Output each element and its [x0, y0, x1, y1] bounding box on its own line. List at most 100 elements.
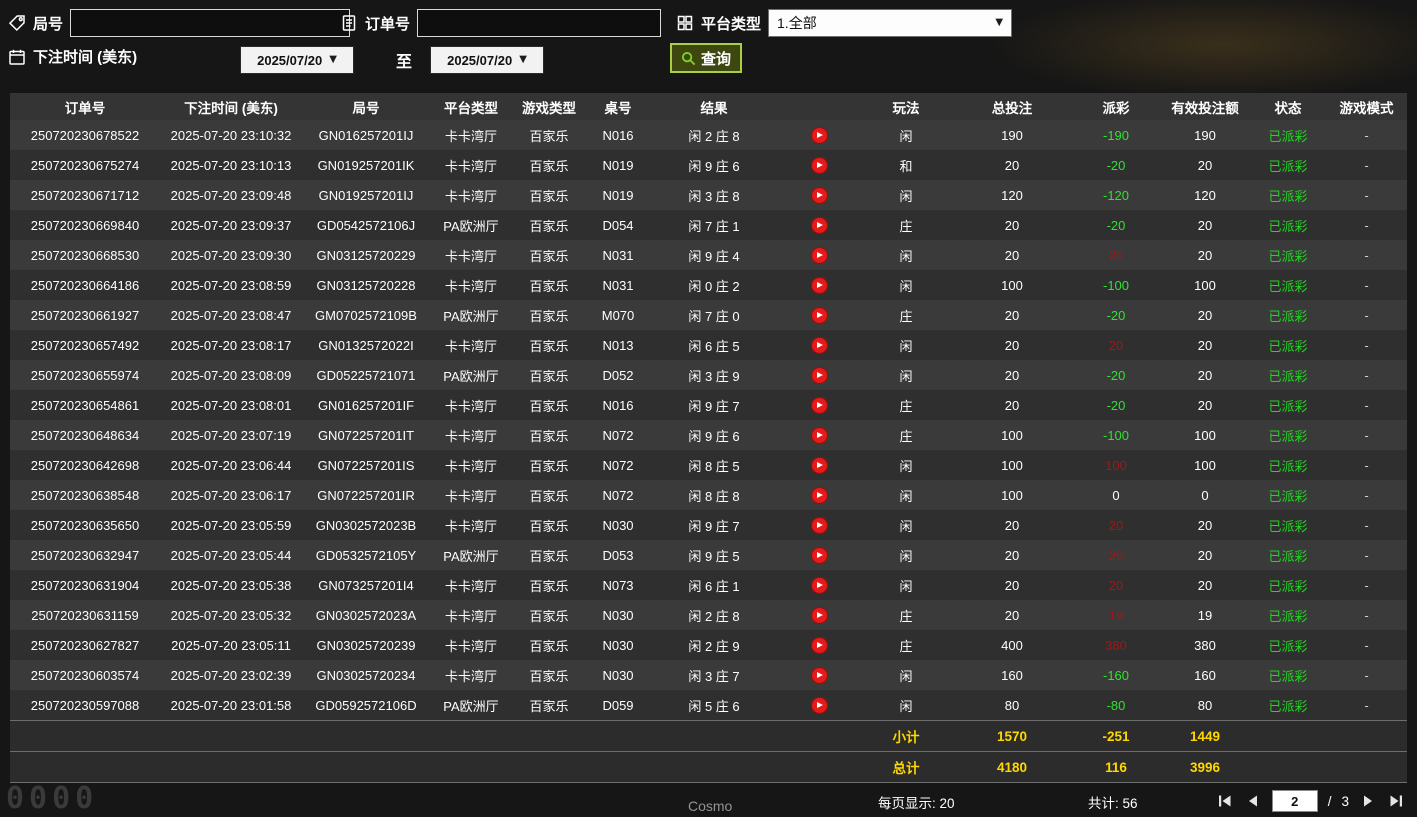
play-icon [817, 342, 823, 349]
first-page-button[interactable] [1216, 792, 1234, 810]
platform-label: 平台类型 [701, 15, 762, 33]
round-input[interactable] [70, 9, 351, 37]
replay-video-button[interactable] [810, 396, 828, 414]
cell-game-mode: - [1326, 450, 1407, 480]
first-page-icon [1218, 795, 1231, 807]
cell-platform: 卡卡湾厅 [430, 330, 512, 360]
prev-page-button[interactable] [1244, 792, 1262, 810]
cell-order-id: 250720230648634 [10, 420, 160, 450]
cell-status: 已派彩 [1250, 450, 1326, 480]
platform-selected-value: 1.全部 [777, 15, 817, 31]
replay-video-button[interactable] [810, 306, 828, 324]
cell-valid-bet: 20 [1160, 150, 1250, 180]
replay-video-button[interactable] [810, 126, 828, 144]
replay-video-button[interactable] [810, 426, 828, 444]
table-row: 250720230657492 2025-07-20 23:08:17 GN01… [10, 330, 1407, 360]
replay-video-button[interactable] [810, 336, 828, 354]
cell-platform: PA欧洲厅 [430, 360, 512, 390]
cell-status: 已派彩 [1250, 240, 1326, 270]
table-row: 250720230627827 2025-07-20 23:05:11 GN03… [10, 630, 1407, 660]
cell-round-id: GN03125720229 [302, 240, 430, 270]
table-row: 250720230638548 2025-07-20 23:06:17 GN07… [10, 480, 1407, 510]
cell-table-no: N030 [586, 630, 650, 660]
cell-game-type: 百家乐 [512, 210, 586, 240]
cell-game-type: 百家乐 [512, 390, 586, 420]
replay-video-button[interactable] [810, 276, 828, 294]
cell-replay [778, 690, 860, 721]
cell-total-bet: 100 [952, 450, 1072, 480]
replay-video-button[interactable] [810, 666, 828, 684]
cell-round-id: GN0132572022I [302, 330, 430, 360]
cell-total-bet: 20 [952, 390, 1072, 420]
cell-valid-bet: 20 [1160, 510, 1250, 540]
cell-total-bet: 20 [952, 300, 1072, 330]
cell-payout: 20 [1072, 540, 1160, 570]
cell-payout: -100 [1072, 270, 1160, 300]
cell-game-mode: - [1326, 600, 1407, 630]
search-button[interactable]: 查询 [670, 43, 743, 73]
replay-video-button[interactable] [810, 636, 828, 654]
cell-round-id: GN0302572023A [302, 600, 430, 630]
cell-play: 庄 [860, 300, 952, 330]
table-row: 250720230671712 2025-07-20 23:09:48 GN01… [10, 180, 1407, 210]
cell-payout: -160 [1072, 660, 1160, 690]
table-row: 250720230675274 2025-07-20 23:10:13 GN01… [10, 150, 1407, 180]
cell-total-bet: 20 [952, 540, 1072, 570]
cell-replay [778, 120, 860, 150]
replay-video-button[interactable] [810, 546, 828, 564]
next-page-button[interactable] [1359, 792, 1377, 810]
replay-video-button[interactable] [810, 516, 828, 534]
order-input[interactable] [417, 9, 662, 37]
last-page-button[interactable] [1387, 792, 1405, 810]
cell-play: 庄 [860, 390, 952, 420]
cell-platform: PA欧洲厅 [430, 540, 512, 570]
cell-table-no: N031 [586, 240, 650, 270]
replay-video-button[interactable] [810, 156, 828, 174]
date-from-picker[interactable]: 2025/07/20 ▼ [240, 46, 354, 74]
cell-table-no: M070 [586, 300, 650, 330]
replay-video-button[interactable] [810, 606, 828, 624]
cell-replay [778, 600, 860, 630]
cell-order-id: 250720230635650 [10, 510, 160, 540]
cell-status: 已派彩 [1250, 660, 1326, 690]
replay-video-button[interactable] [810, 456, 828, 474]
replay-video-button[interactable] [810, 246, 828, 264]
cell-total-bet: 20 [952, 150, 1072, 180]
calendar-icon [8, 48, 26, 66]
date-to-picker[interactable]: 2025/07/20 ▼ [430, 46, 544, 74]
cell-status: 已派彩 [1250, 120, 1326, 150]
cell-replay [778, 450, 860, 480]
play-icon [817, 582, 823, 589]
cell-platform: 卡卡湾厅 [430, 630, 512, 660]
cell-round-id: GD05225721071 [302, 360, 430, 390]
cell-replay [778, 270, 860, 300]
replay-video-button[interactable] [810, 576, 828, 594]
platform-select[interactable]: 1.全部 ▼ [768, 9, 1013, 37]
cell-valid-bet: 20 [1160, 300, 1250, 330]
cell-order-id: 250720230657492 [10, 330, 160, 360]
subtotal-row: 小计 1570 -251 1449 [10, 720, 1407, 752]
per-page-display: 每页显示: 20 [878, 792, 955, 812]
header-round-id: 局号 [302, 93, 430, 120]
table-row: 250720230678522 2025-07-20 23:10:32 GN01… [10, 120, 1407, 150]
cell-valid-bet: 20 [1160, 390, 1250, 420]
replay-video-button[interactable] [810, 216, 828, 234]
next-page-icon [1364, 795, 1372, 807]
cell-game-mode: - [1326, 240, 1407, 270]
cell-game-type: 百家乐 [512, 540, 586, 570]
cell-play: 庄 [860, 420, 952, 450]
current-page-input[interactable]: 2 [1271, 790, 1318, 812]
cell-bet-time: 2025-07-20 23:05:44 [160, 540, 302, 570]
cell-platform: 卡卡湾厅 [430, 270, 512, 300]
cell-payout: -20 [1072, 360, 1160, 390]
cell-game-type: 百家乐 [512, 300, 586, 330]
replay-video-button[interactable] [810, 186, 828, 204]
replay-video-button[interactable] [810, 696, 828, 714]
cell-game-mode: - [1326, 180, 1407, 210]
replay-video-button[interactable] [810, 366, 828, 384]
cell-round-id: GD0592572106D [302, 690, 430, 721]
header-order-id: 订单号 [10, 93, 160, 120]
cell-table-no: N072 [586, 480, 650, 510]
cell-game-type: 百家乐 [512, 480, 586, 510]
replay-video-button[interactable] [810, 486, 828, 504]
